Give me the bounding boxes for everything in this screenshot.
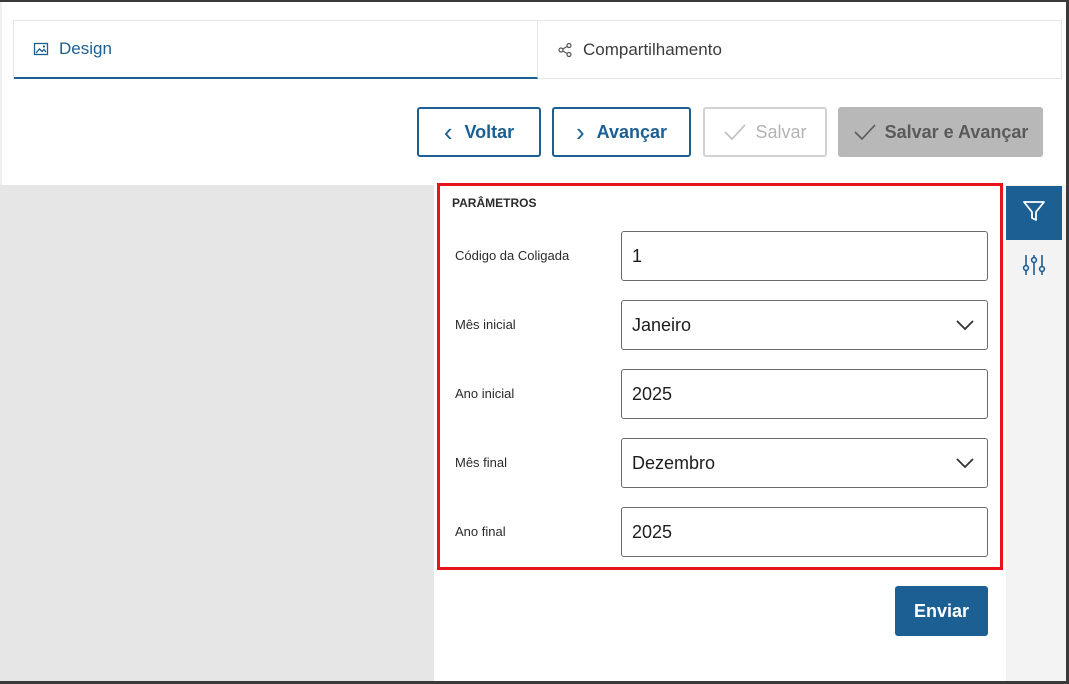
save-button[interactable]: Salvar — [703, 107, 827, 157]
image-icon — [33, 41, 49, 57]
filter-icon — [1021, 198, 1047, 229]
coligada-value: 1 — [632, 245, 643, 266]
mes-final-value: Dezembro — [632, 452, 716, 473]
report-preview-area — [0, 185, 434, 684]
chevron-down-icon — [955, 315, 975, 336]
tab-compartilhamento-label: Compartilhamento — [583, 39, 722, 59]
field-label-ano-final: Ano final — [455, 524, 506, 539]
mes-inicial-select[interactable]: Janeiro — [621, 300, 988, 350]
field-label-mes-inicial: Mês inicial — [455, 317, 516, 332]
settings-button[interactable] — [1006, 244, 1062, 290]
back-button-label: Voltar — [464, 121, 515, 142]
save-and-next-button[interactable]: Salvar e Avançar — [838, 107, 1043, 157]
mes-final-select[interactable]: Dezembro — [621, 438, 988, 488]
next-button[interactable]: › Avançar — [552, 107, 691, 157]
chevron-down-icon — [955, 453, 975, 474]
save-and-next-button-label: Salvar e Avançar — [884, 121, 1029, 142]
ano-inicial-value: 2025 — [632, 383, 673, 404]
submit-button[interactable]: Enviar — [895, 586, 988, 636]
tab-design[interactable]: Design — [14, 21, 538, 79]
submit-button-label: Enviar — [913, 600, 970, 621]
tab-bar: Design Compartilhamento — [13, 20, 1062, 79]
field-label-coligada: Código da Coligada — [455, 248, 570, 263]
mes-inicial-value: Janeiro — [632, 314, 692, 335]
field-label-ano-inicial: Ano inicial — [455, 386, 515, 401]
toolbar: ‹ Voltar › Avançar Salvar Salvar e Avanç… — [0, 107, 1069, 157]
ano-final-input[interactable]: 2025 — [621, 507, 988, 557]
filter-button[interactable] — [1006, 186, 1062, 240]
tab-design-label: Design — [59, 39, 112, 58]
back-button[interactable]: ‹ Voltar — [417, 107, 541, 157]
check-icon — [853, 123, 877, 141]
field-label-mes-final: Mês final — [455, 455, 508, 470]
share-icon — [557, 42, 573, 58]
chevron-left-icon: ‹ — [443, 117, 453, 147]
check-icon — [723, 123, 747, 141]
ano-final-value: 2025 — [632, 521, 673, 542]
chevron-right-icon: › — [575, 117, 585, 147]
save-button-label: Salvar — [755, 121, 807, 142]
coligada-input[interactable]: 1 — [621, 231, 988, 281]
ano-inicial-input[interactable]: 2025 — [621, 369, 988, 419]
parameters-title: PARÂMETROS — [452, 196, 537, 210]
tab-compartilhamento[interactable]: Compartilhamento — [538, 21, 1061, 79]
next-button-label: Avançar — [596, 121, 668, 142]
sliders-icon — [1021, 252, 1047, 283]
